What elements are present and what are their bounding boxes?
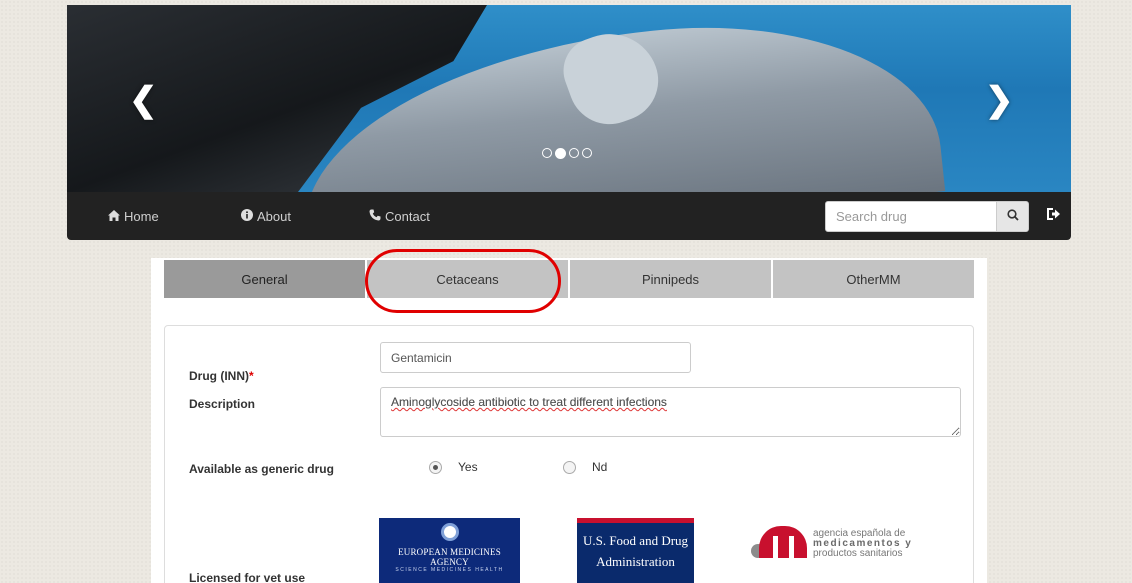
chevron-right-icon[interactable]: ❯ bbox=[985, 83, 1014, 117]
nav-contact-label: Contact bbox=[385, 208, 430, 224]
nav-contact[interactable]: Contact bbox=[369, 192, 430, 240]
search-icon bbox=[1006, 208, 1019, 226]
tab-cetaceans[interactable]: Cetaceans bbox=[367, 260, 570, 298]
ema-logo-tagline: SCIENCE MEDICINES HEALTH bbox=[395, 567, 504, 573]
logout-button[interactable] bbox=[1042, 205, 1064, 227]
tab-general[interactable]: General bbox=[164, 260, 367, 298]
aemps-logo-text: agencia española de medicamentos y produ… bbox=[813, 528, 913, 559]
generic-label: Available as generic drug bbox=[189, 462, 334, 476]
search-input[interactable] bbox=[825, 201, 997, 232]
carousel-indicators bbox=[542, 147, 592, 159]
info-icon bbox=[241, 208, 253, 224]
nav-about-label: About bbox=[257, 208, 291, 224]
ema-globe-icon bbox=[440, 523, 459, 541]
description-textarea[interactable]: Aminoglycoside antibiotic to treat diffe… bbox=[380, 387, 961, 437]
ema-logo-text: EUROPEAN MEDICINES AGENCY bbox=[398, 547, 501, 567]
generic-nd-radio[interactable] bbox=[563, 460, 576, 474]
logout-icon bbox=[1045, 206, 1061, 227]
carousel-indicator-4[interactable] bbox=[582, 148, 592, 158]
drug-panel: General Cetaceans Pinnipeds OtherMM Drug… bbox=[151, 249, 987, 583]
generic-yes-option[interactable]: Yes bbox=[429, 460, 478, 474]
fda-logo-line2: Administration bbox=[596, 554, 675, 569]
fda-logo-line1: U.S. Food and Drug bbox=[582, 533, 689, 548]
carousel-indicator-3[interactable] bbox=[569, 148, 579, 158]
drug-label: Drug (INN)* bbox=[189, 369, 254, 383]
generic-yes-radio[interactable] bbox=[429, 460, 442, 474]
nav-about[interactable]: About bbox=[241, 192, 291, 240]
phone-icon bbox=[369, 209, 381, 224]
carousel-indicator-2[interactable] bbox=[555, 147, 566, 159]
fda-logo[interactable]: U.S. Food and Drug Administration bbox=[577, 518, 694, 583]
home-icon bbox=[108, 209, 120, 224]
aemps-mark-icon bbox=[751, 526, 807, 562]
nav-home-label: Home bbox=[124, 208, 159, 224]
navbar: Home About Contact bbox=[67, 192, 1071, 240]
category-tabs: General Cetaceans Pinnipeds OtherMM bbox=[164, 260, 974, 298]
search-button[interactable] bbox=[996, 201, 1029, 232]
nav-home[interactable]: Home bbox=[108, 192, 159, 240]
hero-carousel: ❮ ❯ bbox=[67, 5, 1071, 192]
description-label: Description bbox=[189, 397, 256, 411]
tab-othermm[interactable]: OtherMM bbox=[773, 260, 974, 298]
chevron-left-icon[interactable]: ❮ bbox=[129, 83, 158, 117]
generic-nd-option[interactable]: Nd bbox=[563, 460, 607, 474]
ema-logo[interactable]: EUROPEAN MEDICINES AGENCY SCIENCE MEDICI… bbox=[379, 518, 520, 583]
generic-yes-label: Yes bbox=[458, 460, 478, 474]
carousel-indicator-1[interactable] bbox=[542, 148, 552, 158]
aemps-logo[interactable]: agencia española de medicamentos y produ… bbox=[751, 526, 912, 562]
generic-nd-label: Nd bbox=[592, 460, 608, 474]
required-mark: * bbox=[249, 369, 254, 383]
licensed-label: Licensed for vet use bbox=[189, 571, 306, 583]
tab-pinnipeds[interactable]: Pinnipeds bbox=[570, 260, 773, 298]
drug-input[interactable] bbox=[380, 342, 691, 373]
